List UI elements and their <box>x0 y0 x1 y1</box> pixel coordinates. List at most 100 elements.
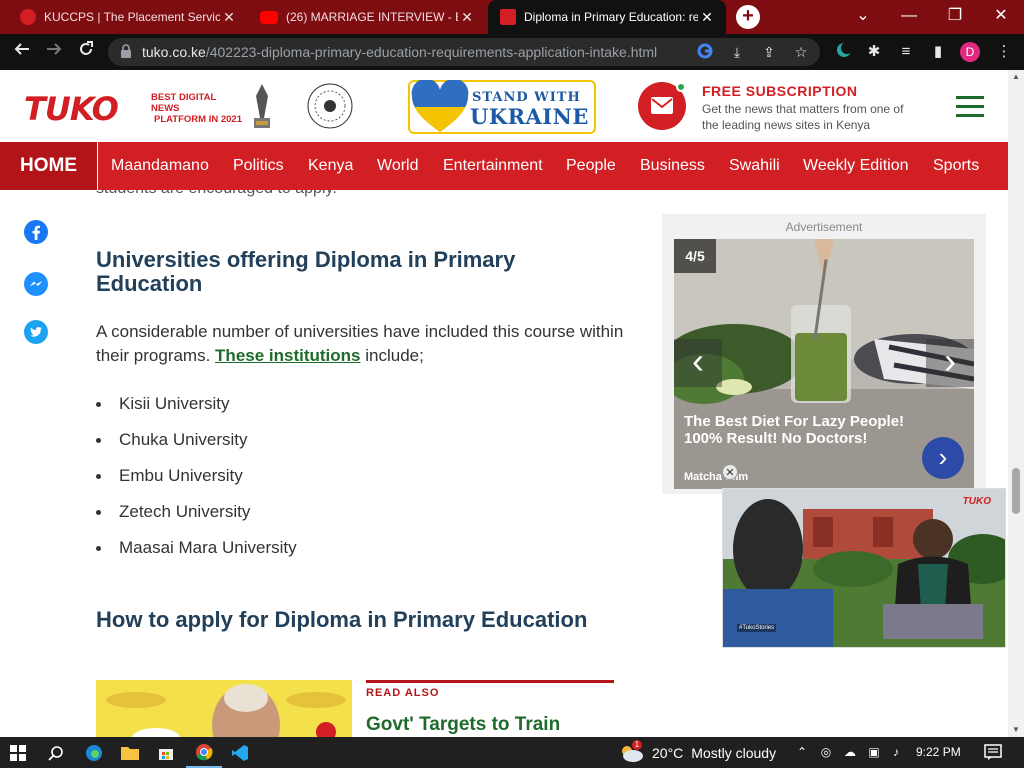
back-button[interactable] <box>10 40 34 64</box>
nav-item-maandamano[interactable]: Maandamano <box>111 142 209 190</box>
ad-close-button[interactable]: ✕ <box>722 464 738 480</box>
nav-item-sports[interactable]: Sports <box>933 142 979 190</box>
url-domain: tuko.co.ke <box>142 44 206 60</box>
network-icon[interactable]: ▣ <box>866 744 882 760</box>
temperature: 20°C <box>652 744 684 761</box>
floating-video-player[interactable]: TUKO #TukoStories <box>722 488 1006 648</box>
windows-taskbar: 1 20°C Mostly cloudy ⌃ ◎ ☁ ▣ ♪ 9:22 PM <box>0 737 1024 768</box>
close-tab-icon[interactable]: ✕ <box>458 9 476 26</box>
extensions-puzzle-icon[interactable]: ✱ <box>864 42 884 62</box>
address-bar[interactable]: tuko.co.ke/402223-diploma-primary-educat… <box>108 38 820 66</box>
stand-with-ukraine-banner[interactable]: STAND WITH UKRAINE <box>408 80 596 134</box>
taskbar-clock[interactable]: 9:22 PM <box>916 745 961 759</box>
kebab-menu-icon[interactable]: ⋮ <box>994 42 1014 62</box>
store-icon <box>159 748 173 760</box>
list-item: Chuka University <box>96 430 248 450</box>
nav-item-entertainment[interactable]: Entertainment <box>443 142 543 190</box>
video-logo: TUKO <box>962 496 991 507</box>
volume-icon[interactable]: ♪ <box>888 744 904 760</box>
nav-item-business[interactable]: Business <box>640 142 705 190</box>
start-button[interactable] <box>0 737 36 768</box>
list-item: Zetech University <box>96 502 250 522</box>
close-tab-icon[interactable]: ✕ <box>698 9 716 26</box>
windows-logo-icon <box>10 744 26 761</box>
file-explorer-app[interactable] <box>112 737 148 768</box>
institutions-link[interactable]: These institutions <box>215 346 360 365</box>
scroll-thumb[interactable] <box>1012 468 1020 514</box>
hamburger-menu-icon[interactable] <box>956 96 984 118</box>
heart-icon <box>411 80 469 132</box>
nav-item-politics[interactable]: Politics <box>233 142 284 190</box>
side-panel-icon[interactable]: ▮ <box>928 42 948 62</box>
list-item: Embu University <box>96 466 243 486</box>
award-trophy-icon <box>254 84 270 128</box>
store-app[interactable] <box>148 737 184 768</box>
reload-button[interactable] <box>74 40 98 64</box>
nav-home[interactable]: HOME <box>0 142 98 190</box>
university-name: Chuka University <box>119 430 248 449</box>
scroll-up-icon[interactable]: ▲ <box>1012 72 1020 81</box>
ad-prev-button[interactable]: ‹ <box>674 339 722 387</box>
folder-icon <box>121 747 139 760</box>
ad-carousel[interactable]: 4/5 ‹ › The Best Diet For Lazy People! 1… <box>674 239 974 489</box>
reload-icon <box>80 41 93 55</box>
meet-now-icon[interactable]: ◎ <box>818 744 834 760</box>
nav-item-world[interactable]: World <box>377 142 419 190</box>
extension-moon-icon[interactable] <box>834 42 854 62</box>
tab-kuccps[interactable]: KUCCPS | The Placement Service ✕ <box>0 0 248 34</box>
tab-tuko-active[interactable]: Diploma in Primary Education: re ✕ <box>488 0 726 34</box>
tab-search-button[interactable]: ⌄ <box>840 0 886 34</box>
section-heading-universities: Universities offering Diploma in Primary… <box>96 247 516 296</box>
ukraine-line2: UKRAINE <box>470 104 589 129</box>
minimize-button[interactable]: — <box>886 0 932 34</box>
edge-app[interactable] <box>76 737 112 768</box>
share-icon[interactable]: ⇪ <box>760 43 778 61</box>
nav-item-people[interactable]: People <box>566 142 616 190</box>
new-tab-button[interactable]: + <box>736 5 760 29</box>
nav-item-kenya[interactable]: Kenya <box>308 142 353 190</box>
lock-icon[interactable] <box>120 44 132 58</box>
video-watermark: #TukoStories <box>737 624 777 632</box>
reading-list-icon[interactable]: ≡ <box>896 42 916 62</box>
browser-toolbar: tuko.co.ke/402223-diploma-primary-educat… <box>0 34 1024 70</box>
weather-badge: 1 <box>632 740 642 750</box>
show-hidden-icons-icon[interactable]: ⌃ <box>794 744 810 760</box>
read-also-headline[interactable]: Govt' Targets to Train <box>366 713 614 737</box>
ad-headline[interactable]: The Best Diet For Lazy People! 100% Resu… <box>684 413 934 447</box>
ad-go-button[interactable]: › <box>922 437 964 479</box>
tuko-logo[interactable]: TUKO <box>24 90 119 128</box>
url-text[interactable]: tuko.co.ke/402223-diploma-primary-educat… <box>142 44 657 60</box>
bookmark-star-icon[interactable]: ☆ <box>792 43 810 61</box>
read-also-thumbnail[interactable] <box>96 680 352 737</box>
url-path: /402223-diploma-primary-education-requir… <box>205 44 658 60</box>
university-name: Zetech University <box>119 502 251 521</box>
subscription-title[interactable]: FREE SUBSCRIPTION <box>702 83 858 99</box>
nav-item-weekly-edition[interactable]: Weekly Edition <box>803 142 909 190</box>
tuko-favicon-icon <box>500 9 516 25</box>
profile-avatar[interactable]: D <box>960 42 980 62</box>
notification-center-icon[interactable] <box>984 743 1002 761</box>
nav-item-swahili[interactable]: Swahili <box>729 142 780 190</box>
forward-arrow-icon <box>47 43 62 55</box>
google-icon[interactable] <box>696 43 714 61</box>
read-also-box[interactable]: READ ALSO Govt' Targets to Train <box>366 680 614 737</box>
restore-button[interactable]: ❐ <box>932 0 978 34</box>
chrome-app[interactable] <box>186 737 222 768</box>
university-name: Maasai Mara University <box>119 538 297 557</box>
facebook-share-icon[interactable] <box>24 220 48 244</box>
page-scrollbar[interactable]: ▲ ▼ <box>1008 70 1024 737</box>
scroll-down-icon[interactable]: ▼ <box>1012 725 1020 734</box>
vscode-app[interactable] <box>222 737 258 768</box>
search-button[interactable] <box>38 737 74 768</box>
twitter-share-icon[interactable] <box>24 320 48 344</box>
forward-button[interactable] <box>42 40 66 64</box>
tab-youtube[interactable]: (26) MARRIAGE INTERVIEW - EDE ✕ <box>248 0 486 34</box>
messenger-share-icon[interactable] <box>24 272 48 296</box>
close-window-button[interactable]: ✕ <box>978 0 1024 34</box>
ad-next-button[interactable]: › <box>926 339 974 387</box>
google-g-icon <box>697 43 713 59</box>
close-tab-icon[interactable]: ✕ <box>220 9 238 26</box>
weather-widget[interactable]: 1 20°C Mostly cloudy <box>618 737 776 768</box>
install-app-icon[interactable]: ⤓ <box>728 43 746 61</box>
onedrive-icon[interactable]: ☁ <box>842 744 858 760</box>
